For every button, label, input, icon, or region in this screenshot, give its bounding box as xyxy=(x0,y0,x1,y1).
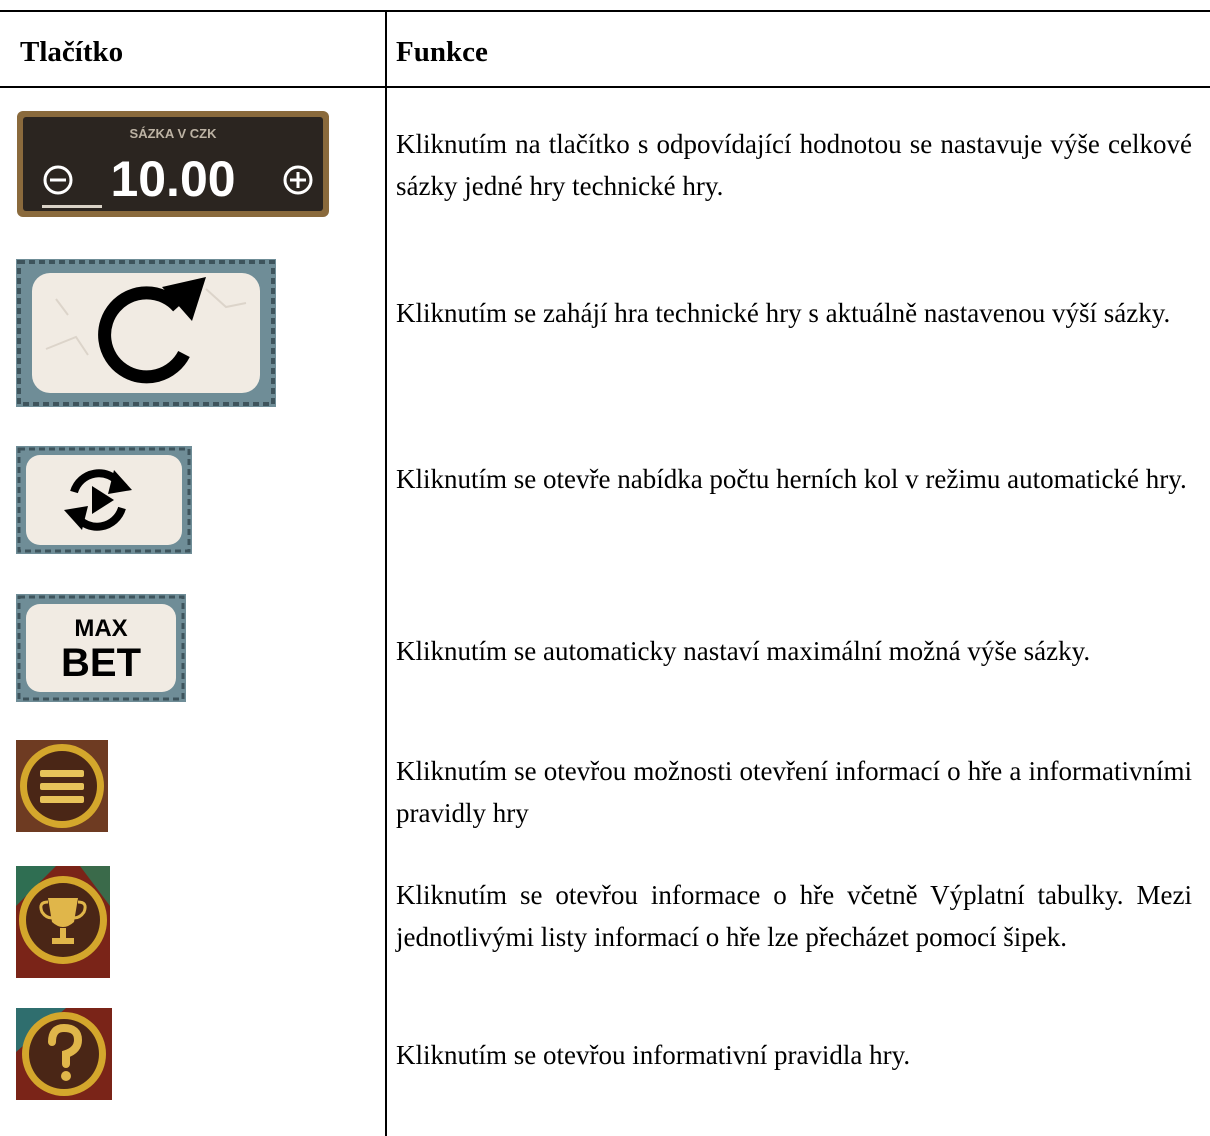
bet-label: BET xyxy=(61,641,141,685)
header-function-column: Funkce xyxy=(396,36,488,68)
autoplay-icon xyxy=(16,446,192,554)
row-text: Kliknutím se otevřou možnosti otevření i… xyxy=(396,756,1192,828)
row-text: Kliknutím se otevře nabídka počtu herníc… xyxy=(396,464,1187,494)
row-text: Kliknutím se automaticky nastaví maximál… xyxy=(396,636,1091,666)
max-label: MAX xyxy=(74,615,127,642)
row-text: Kliknutím se otevřou informativní pravid… xyxy=(396,1040,911,1070)
paytable-trophy-icon xyxy=(16,866,110,978)
bet-selector-icon: SÁZKA V CZK 10.00 xyxy=(16,110,330,218)
table-top-rule xyxy=(0,10,1210,12)
help-question-icon xyxy=(16,1008,112,1100)
menu-icon xyxy=(16,740,108,832)
row-text: Kliknutím se otevřou informace o hře vče… xyxy=(396,880,1192,952)
header-button-column: Tlačítko xyxy=(20,36,124,68)
row-text: Kliknutím se zahájí hra technické hry s … xyxy=(396,298,1171,328)
header-bottom-rule xyxy=(0,86,1210,88)
spin-icon xyxy=(16,259,276,407)
column-divider xyxy=(385,10,387,1136)
max-bet-icon: MAX BET xyxy=(16,594,186,702)
bet-value: 10.00 xyxy=(110,151,235,207)
bet-label: SÁZKA V CZK xyxy=(130,126,218,141)
row-text: Kliknutím na tlačítko s odpovídající hod… xyxy=(396,129,1192,201)
